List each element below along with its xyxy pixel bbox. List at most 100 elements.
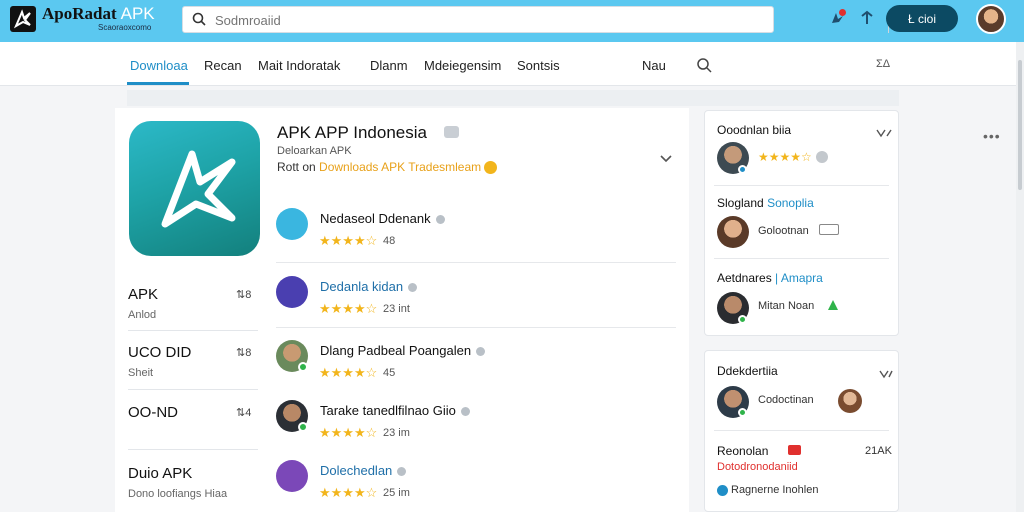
app-avatar: [276, 276, 308, 308]
badge-icon: [460, 407, 470, 417]
logo-star-icon: [10, 5, 36, 32]
item-count: 23 im: [383, 427, 410, 439]
content-strip: [127, 90, 899, 106]
app-icon: [129, 121, 260, 256]
divider: [276, 327, 676, 328]
item-name: Nedaseol Ddenank: [320, 211, 431, 226]
panel-heading: Aetdnares | Amapra: [717, 271, 823, 285]
app-title: APK APP Indonesia: [277, 123, 427, 142]
share-icon[interactable]: [879, 366, 893, 384]
panel-count: 21AK: [865, 445, 892, 457]
chevron-down-icon[interactable]: [659, 151, 673, 169]
panel-heading: Ddekdertiia: [717, 364, 778, 378]
user-avatar[interactable]: [717, 216, 749, 248]
online-dot: [298, 422, 308, 432]
item-name: Dlang Padbeal Poangalen: [320, 343, 472, 358]
panel-subtext: Dotodronodaniid: [717, 461, 798, 473]
online-dot: [298, 362, 308, 372]
verified-dot: [738, 165, 747, 174]
more-options-icon[interactable]: •••: [983, 128, 1001, 144]
list-item[interactable]: Dlang Padbeal Poangalen ★★★★☆ 45: [276, 340, 676, 390]
list-item[interactable]: Dedanla kidan ★★★★☆ 23 int: [276, 276, 676, 326]
user-name: Codoctinan: [758, 394, 814, 406]
divider: [128, 330, 258, 331]
stat-oond: OO-ND ⇅4: [128, 404, 258, 421]
item-count: 48: [383, 235, 396, 247]
tab-new[interactable]: Nau: [642, 58, 666, 73]
tab-recent[interactable]: Recan: [204, 58, 242, 73]
stat-sub: Dono loofiangs Hiaa: [128, 488, 228, 500]
divider: [128, 449, 258, 450]
rating-stars: ★★★★☆: [319, 301, 378, 316]
tag-icon: [819, 224, 839, 235]
verified-badge-icon: [444, 126, 459, 138]
stat-sub: Sheit: [128, 367, 154, 379]
share-icon[interactable]: [876, 125, 892, 143]
online-dot: [738, 408, 747, 417]
logo-apk: APK: [120, 4, 155, 23]
tab-download[interactable]: Downloaa: [130, 58, 188, 73]
badge-icon: [816, 151, 828, 163]
item-count: 45: [383, 367, 396, 379]
app-avatar: [276, 460, 308, 492]
user-name: Ragnerne Inohlen: [731, 484, 819, 496]
login-button[interactable]: Ł cioi: [886, 5, 958, 32]
notification-dot: [839, 9, 846, 16]
user-name: Golootnan: [758, 225, 809, 237]
stat-uco: UCO DID Sheit ⇅8: [128, 344, 258, 379]
list-item[interactable]: Tarake tanedlfilnao Giio ★★★★☆ 23 im: [276, 400, 676, 450]
user-avatar[interactable]: [838, 389, 862, 413]
badge-icon: [408, 283, 418, 293]
divider: [714, 430, 889, 431]
rank-link[interactable]: Downloads APK Tradesmleam: [319, 160, 481, 174]
app-rank: Rott on Downloads APK Tradesmleam: [277, 160, 498, 175]
site-logo[interactable]: ApoRadat APK Scaoraoxcomo: [10, 5, 155, 32]
stat-sub: Anlod: [128, 309, 157, 321]
language-toggle[interactable]: ΣΔ: [876, 58, 890, 70]
badge-icon: [435, 215, 445, 225]
heading-link[interactable]: | Amapra: [775, 271, 823, 285]
app-subtitle: Deloarkan APK: [277, 145, 352, 157]
rating-stars: ★★★★☆: [319, 485, 378, 500]
list-item[interactable]: Dolechedlan ★★★★☆ 25 im: [276, 460, 676, 510]
stat-num: ⇅4: [236, 407, 252, 419]
search-bar: [182, 6, 942, 33]
item-count: 23 int: [383, 303, 410, 315]
tab-games[interactable]: Dlanm: [370, 58, 408, 73]
tab-categories[interactable]: Mdeiegensim: [424, 58, 501, 73]
user-avatar[interactable]: [976, 4, 1006, 34]
verified-icon: [717, 485, 728, 496]
heading-link[interactable]: Sonoplia: [767, 196, 814, 210]
active-tab-indicator: [127, 82, 189, 85]
divider: [714, 258, 889, 259]
nav-search-icon[interactable]: [696, 57, 712, 78]
app-avatar: [276, 208, 308, 240]
item-name: Dolechedlan: [320, 463, 393, 478]
heading-text: Slogland: [717, 196, 764, 210]
list-item[interactable]: Nedaseol Ddenank ★★★★☆ 48: [276, 208, 676, 258]
stat-num: ⇅8: [236, 347, 252, 359]
item-name: Tarake tanedlfilnao Giio: [320, 403, 456, 418]
rating-stars: ★★★★☆: [319, 365, 378, 380]
search-icon: [192, 12, 206, 31]
panel-heading: Reonolan: [717, 444, 769, 458]
online-dot: [738, 315, 747, 324]
nav-bar: Downloaa Recan Mait Indoratak Dlanm Mdei…: [0, 42, 1024, 86]
divider: [128, 389, 258, 390]
rank-prefix: Rott on: [277, 160, 316, 174]
item-count: 25 im: [383, 487, 410, 499]
tab-contacts[interactable]: Sontsis: [517, 58, 560, 73]
scrollbar-thumb[interactable]: [1018, 60, 1022, 190]
stat-apk: APK Anlod ⇅8: [128, 286, 258, 321]
tab-indonesia[interactable]: Mait Indoratak: [258, 58, 340, 73]
rating-stars: ★★★★☆: [319, 425, 378, 440]
search-input[interactable]: [215, 11, 695, 29]
leaf-icon: [826, 298, 840, 317]
badge-icon: [476, 347, 486, 357]
panel-heading: Slogland Sonoplia: [717, 196, 814, 210]
upload-icon[interactable]: [859, 10, 875, 31]
stat-duio: Duio APK Dono loofiangs Hiaa: [128, 465, 258, 500]
user-name: Mitan Noan: [758, 300, 815, 312]
divider: [276, 262, 676, 263]
smile-icon: [484, 161, 498, 175]
